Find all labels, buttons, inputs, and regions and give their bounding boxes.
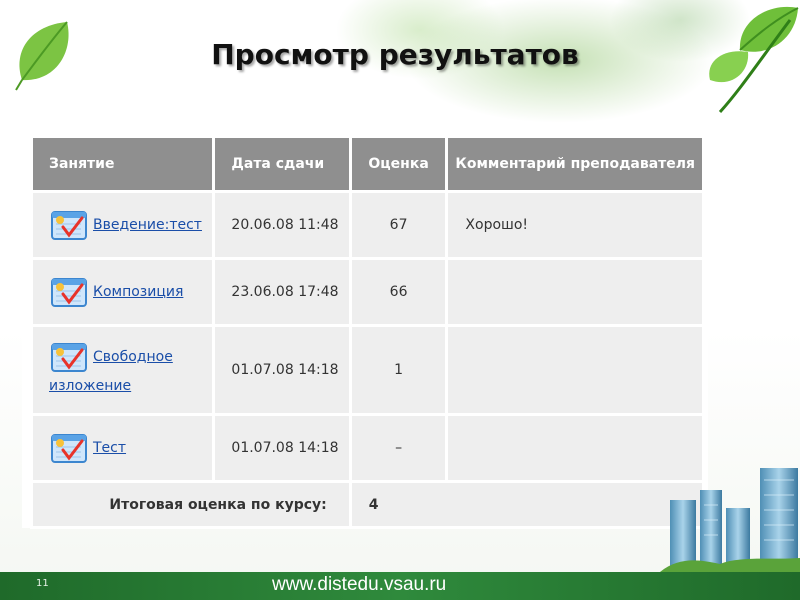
lesson-cell: Введение:тест [29, 190, 216, 260]
lesson-link-test[interactable]: Тест [93, 440, 126, 456]
quiz-checkmark-icon[interactable] [51, 432, 87, 464]
table-row: Композиция 23.06.08 17:48 66 [29, 257, 705, 327]
lesson-cell: Свободное изложение [29, 324, 216, 416]
results-table: Занятие Дата сдачи Оценка Комментарий пр… [29, 135, 706, 529]
table-row: Тест 01.07.08 14:18 – [29, 413, 705, 483]
site-url[interactable]: www.distedu.vsau.ru [272, 574, 446, 596]
header-date: Дата сдачи [212, 135, 352, 193]
grade-cell: – [348, 413, 449, 483]
comment-cell [445, 257, 705, 327]
header-lesson: Занятие [29, 135, 216, 193]
total-row: Итоговая оценка по курсу: 4 [30, 480, 706, 529]
comment-cell: Хорошо! [445, 190, 705, 260]
quiz-checkmark-icon[interactable] [51, 341, 87, 373]
total-value: 4 [348, 480, 706, 529]
date-cell: 23.06.08 17:48 [212, 257, 352, 327]
page-title: Просмотр результатов [211, 38, 579, 71]
date-cell: 01.07.08 14:18 [212, 413, 352, 483]
lesson-link-free-essay-line2[interactable]: изложение [49, 378, 131, 394]
grade-cell: 1 [348, 324, 449, 416]
table-row: Введение:тест 20.06.08 11:48 67 Хорошо! [29, 190, 705, 260]
grade-cell: 67 [348, 190, 449, 260]
lesson-link-intro-test[interactable]: Введение:тест [93, 217, 202, 233]
quiz-checkmark-icon[interactable] [51, 276, 87, 308]
buildings-icon [660, 468, 800, 572]
quiz-checkmark-icon[interactable] [51, 209, 87, 241]
header-comment: Комментарий преподавателя [445, 135, 705, 193]
comment-cell [445, 324, 705, 416]
lesson-cell: Композиция [29, 257, 216, 327]
table-row: Свободное изложение 01.07.08 14:18 1 [29, 324, 705, 416]
total-label: Итоговая оценка по курсу: [30, 480, 352, 529]
table-header-row: Занятие Дата сдачи Оценка Комментарий пр… [29, 135, 705, 193]
date-cell: 01.07.08 14:18 [212, 324, 352, 416]
lesson-cell: Тест [29, 413, 216, 483]
lesson-link-composition[interactable]: Композиция [93, 284, 183, 300]
grade-cell: 66 [348, 257, 449, 327]
header-grade: Оценка [348, 135, 449, 193]
page-number: 11 [36, 578, 49, 589]
lesson-link-free-essay[interactable]: Свободное [93, 349, 173, 365]
date-cell: 20.06.08 11:48 [212, 190, 352, 260]
